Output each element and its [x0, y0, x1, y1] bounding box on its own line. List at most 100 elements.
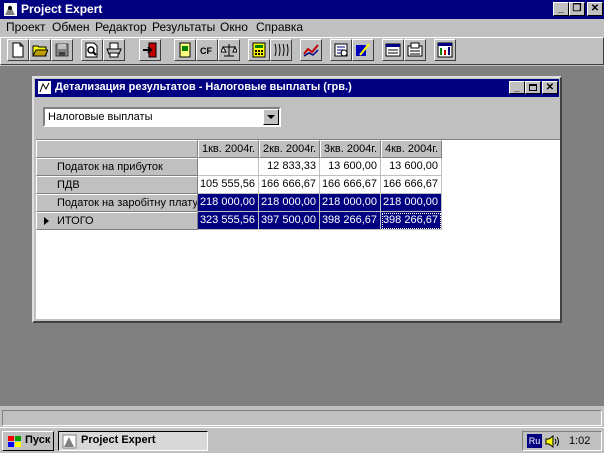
menu-bar: Проект Обмен Редактор Результаты Окно Сп… [0, 19, 604, 36]
project-expert-app-icon [4, 3, 17, 16]
folder-doc-button[interactable] [404, 39, 426, 61]
table-cell[interactable]: 218 000,00 [198, 194, 259, 212]
folder-doc-icon [407, 42, 423, 57]
chevron-down-icon [267, 115, 275, 119]
dropdown-button[interactable] [263, 109, 279, 125]
exit-door-icon [143, 42, 157, 58]
table-cell[interactable]: 218 000,00 [381, 194, 442, 212]
minimize-button[interactable]: _ [553, 2, 569, 16]
notebook-icon [179, 42, 191, 58]
edit-button[interactable] [352, 39, 374, 61]
table-cell-focused[interactable]: 398 266,67 [381, 212, 442, 230]
document-list-icon [385, 43, 401, 57]
notebook-button[interactable] [174, 39, 196, 61]
child-minimize-button[interactable]: _ [509, 81, 525, 94]
maximize-icon [529, 84, 537, 91]
taskbar-item-label: Project Expert [81, 434, 156, 446]
speaker-icon[interactable] [544, 434, 562, 449]
document-button[interactable] [382, 39, 404, 61]
column-header[interactable]: 1кв. 2004г. [198, 140, 259, 158]
open-folder-icon [32, 45, 48, 57]
column-header[interactable]: 2кв. 2004г. [259, 140, 320, 158]
table-cell[interactable]: 13 600,00 [381, 158, 442, 176]
language-indicator[interactable]: Ru [527, 434, 542, 448]
table-cell[interactable] [198, 158, 259, 176]
table-cell[interactable]: 13 600,00 [320, 158, 381, 176]
save-button[interactable] [51, 39, 73, 61]
pen-edit-icon [356, 43, 370, 56]
chart-button[interactable] [300, 39, 322, 61]
new-icon [12, 42, 24, 58]
close-button[interactable]: ✕ [587, 2, 603, 16]
current-row-arrow-icon [44, 217, 49, 225]
table-cell[interactable]: 323 555,56 [198, 212, 259, 230]
table-cell[interactable]: 166 666,67 [320, 176, 381, 194]
table-button[interactable] [434, 39, 456, 61]
windows-logo-icon [8, 436, 21, 447]
print-preview-button[interactable] [81, 39, 103, 61]
print-button[interactable] [103, 39, 125, 61]
status-bar [0, 408, 604, 427]
child-close-button[interactable]: ✕ [542, 81, 558, 94]
table-cell[interactable]: 166 666,67 [259, 176, 320, 194]
start-button[interactable]: Пуск [2, 431, 54, 451]
menu-exchange[interactable]: Обмен [52, 20, 90, 34]
clock: 1:02 [569, 435, 591, 447]
report-button[interactable] [330, 39, 352, 61]
menu-help[interactable]: Справка [256, 20, 303, 34]
row-header-label: ИТОГО [57, 215, 94, 227]
toolbar: CF [0, 37, 604, 65]
row-header[interactable]: Податок на прибуток [36, 158, 198, 176]
calculator-icon [252, 42, 266, 58]
table-cell[interactable]: 166 666,67 [381, 176, 442, 194]
table-cell[interactable]: 398 266,67 [320, 212, 381, 230]
menu-window[interactable]: Окно [220, 20, 248, 34]
cashflow-icon: CF [200, 46, 212, 56]
save-disk-icon [55, 43, 69, 57]
calculator-button[interactable] [248, 39, 270, 61]
child-title-bar[interactable]: Детализация результатов - Налоговые выпл… [35, 79, 559, 97]
table-cell[interactable]: 397 500,00 [259, 212, 320, 230]
row-header[interactable]: ПДВ [36, 176, 198, 194]
row-header-current[interactable]: ИТОГО [36, 212, 198, 230]
calendar-button[interactable] [270, 39, 292, 61]
table-cell[interactable]: 12 833,33 [259, 158, 320, 176]
grid-table-icon [437, 42, 453, 58]
cashflow-button[interactable]: CF [196, 39, 218, 61]
menu-project[interactable]: Проект [6, 20, 46, 34]
tax-category-select[interactable]: Налоговые выплаты [43, 107, 281, 127]
system-tray: Ru 1:02 [522, 431, 602, 451]
balance-button[interactable] [218, 39, 240, 61]
print-icon [106, 42, 122, 58]
results-detail-window[interactable]: Детализация результатов - Налоговые выпл… [32, 76, 562, 323]
report-icon [334, 43, 348, 57]
table-cell[interactable]: 105 555,56 [198, 176, 259, 194]
child-maximize-button[interactable] [525, 81, 541, 94]
tax-category-value: Налоговые выплаты [48, 111, 153, 123]
exit-button[interactable] [139, 39, 161, 61]
menu-editor[interactable]: Редактор [95, 20, 147, 34]
row-header[interactable]: Податок на заробітну плату [36, 194, 198, 212]
taskbar: Пуск Project Expert Ru 1:02 [0, 427, 604, 453]
new-button[interactable] [7, 39, 29, 61]
results-window-icon [38, 81, 51, 94]
column-header[interactable]: 4кв. 2004г. [381, 140, 442, 158]
menu-results[interactable]: Результаты [152, 20, 215, 34]
cf-label: CF [200, 46, 212, 56]
status-panel [2, 410, 602, 426]
print-preview-icon [85, 42, 98, 58]
column-header[interactable]: 3кв. 2004г. [320, 140, 381, 158]
child-title: Детализация результатов - Налоговые выпл… [55, 81, 352, 93]
taskbar-item-project-expert[interactable]: Project Expert [58, 431, 208, 451]
grid-corner [36, 140, 198, 158]
calendar-spiral-icon [274, 43, 289, 57]
line-chart-icon [303, 44, 319, 57]
start-label: Пуск [25, 434, 51, 446]
table-cell[interactable]: 218 000,00 [320, 194, 381, 212]
open-button[interactable] [29, 39, 51, 61]
app-title-bar[interactable]: Project Expert _ ❐ ✕ [0, 0, 604, 19]
table-cell[interactable]: 218 000,00 [259, 194, 320, 212]
app-title: Project Expert [21, 2, 103, 16]
restore-button[interactable]: ❐ [569, 2, 585, 16]
results-grid[interactable]: 1кв. 2004г. 2кв. 2004г. 3кв. 2004г. 4кв.… [36, 139, 560, 319]
